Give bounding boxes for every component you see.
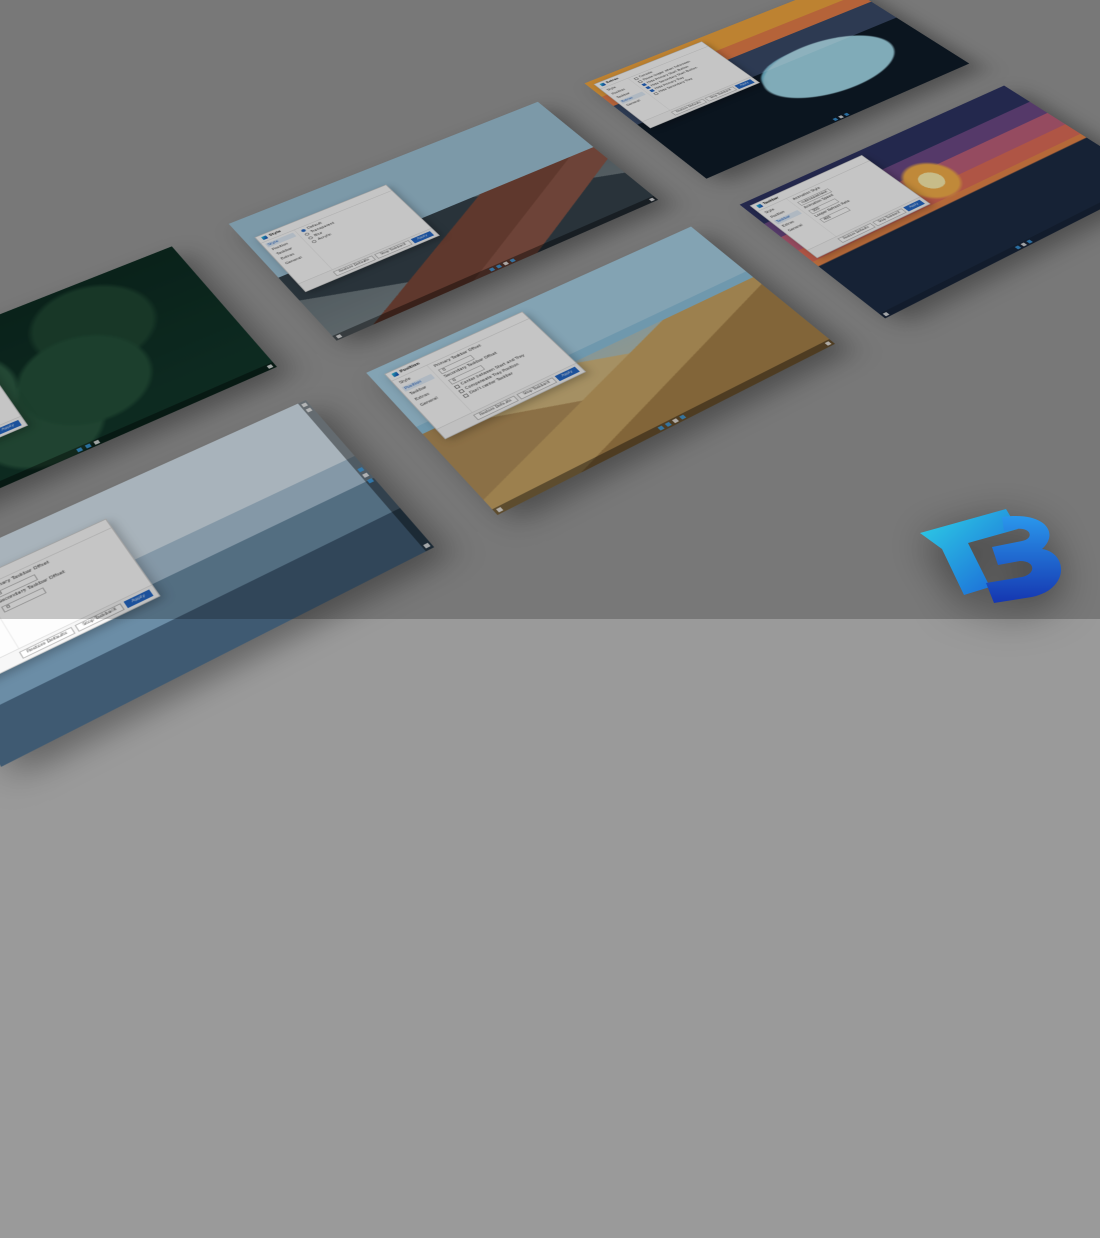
dialog-footer: Restore DefaultsStop TaskbarXApply bbox=[0, 416, 27, 496]
app-logo-icon bbox=[599, 83, 606, 87]
start-icon[interactable] bbox=[496, 507, 503, 512]
app-icon[interactable] bbox=[76, 447, 83, 452]
app-icon[interactable] bbox=[832, 118, 838, 121]
field-label: Primary Taskbar Offset bbox=[0, 560, 50, 591]
apply-button[interactable]: Apply bbox=[124, 589, 154, 608]
app-icon[interactable] bbox=[665, 422, 672, 427]
app-icon[interactable] bbox=[93, 440, 100, 445]
app-logo-icon bbox=[391, 372, 399, 378]
app-logo-icon bbox=[261, 235, 268, 240]
tray-icon[interactable] bbox=[423, 543, 430, 549]
start-icon[interactable] bbox=[301, 403, 308, 408]
field-value[interactable]: 0 bbox=[1, 587, 47, 612]
isometric-grid: StyleStylePositionTaskbarExtrasGeneralDe… bbox=[0, 0, 1100, 1238]
tray-icon[interactable] bbox=[825, 341, 832, 345]
start-icon[interactable] bbox=[336, 334, 343, 338]
option-row[interactable]: Primary Taskbar Offset0 bbox=[0, 532, 116, 599]
field-label: Secondary Taskbar Offset bbox=[0, 570, 66, 605]
app-icon[interactable] bbox=[843, 113, 849, 116]
app-logo-icon bbox=[756, 204, 764, 209]
option-row[interactable]: Secondary Taskbar Offset0 bbox=[0, 545, 125, 613]
checkbox-icon[interactable] bbox=[462, 393, 469, 398]
field-value[interactable]: 0 bbox=[0, 574, 38, 599]
app-icon[interactable] bbox=[489, 267, 495, 271]
app-icon[interactable] bbox=[1014, 246, 1021, 250]
app-icon[interactable] bbox=[362, 473, 369, 478]
app-icon[interactable] bbox=[509, 258, 515, 262]
radio-icon[interactable] bbox=[311, 239, 317, 243]
start-icon[interactable] bbox=[883, 312, 890, 316]
search-icon[interactable] bbox=[306, 408, 313, 413]
app-icon[interactable] bbox=[838, 115, 844, 118]
app-icon[interactable] bbox=[367, 478, 374, 483]
apply-button[interactable]: Apply bbox=[0, 420, 22, 435]
app-icon[interactable] bbox=[679, 415, 686, 420]
tray-icon[interactable] bbox=[267, 364, 274, 369]
checkbox-icon[interactable] bbox=[653, 92, 659, 95]
tray-icon[interactable] bbox=[649, 198, 655, 202]
app-icon[interactable] bbox=[503, 261, 509, 265]
app-icon[interactable] bbox=[85, 443, 92, 448]
app-icon[interactable] bbox=[496, 264, 502, 268]
dialog-titlebar: Position bbox=[0, 520, 111, 609]
app-icon[interactable] bbox=[1026, 240, 1033, 244]
app-icon[interactable] bbox=[1020, 243, 1027, 247]
app-icon[interactable] bbox=[658, 426, 665, 431]
app-icon[interactable] bbox=[672, 418, 679, 423]
product-logo bbox=[910, 499, 1080, 609]
app-icon[interactable] bbox=[357, 467, 364, 472]
